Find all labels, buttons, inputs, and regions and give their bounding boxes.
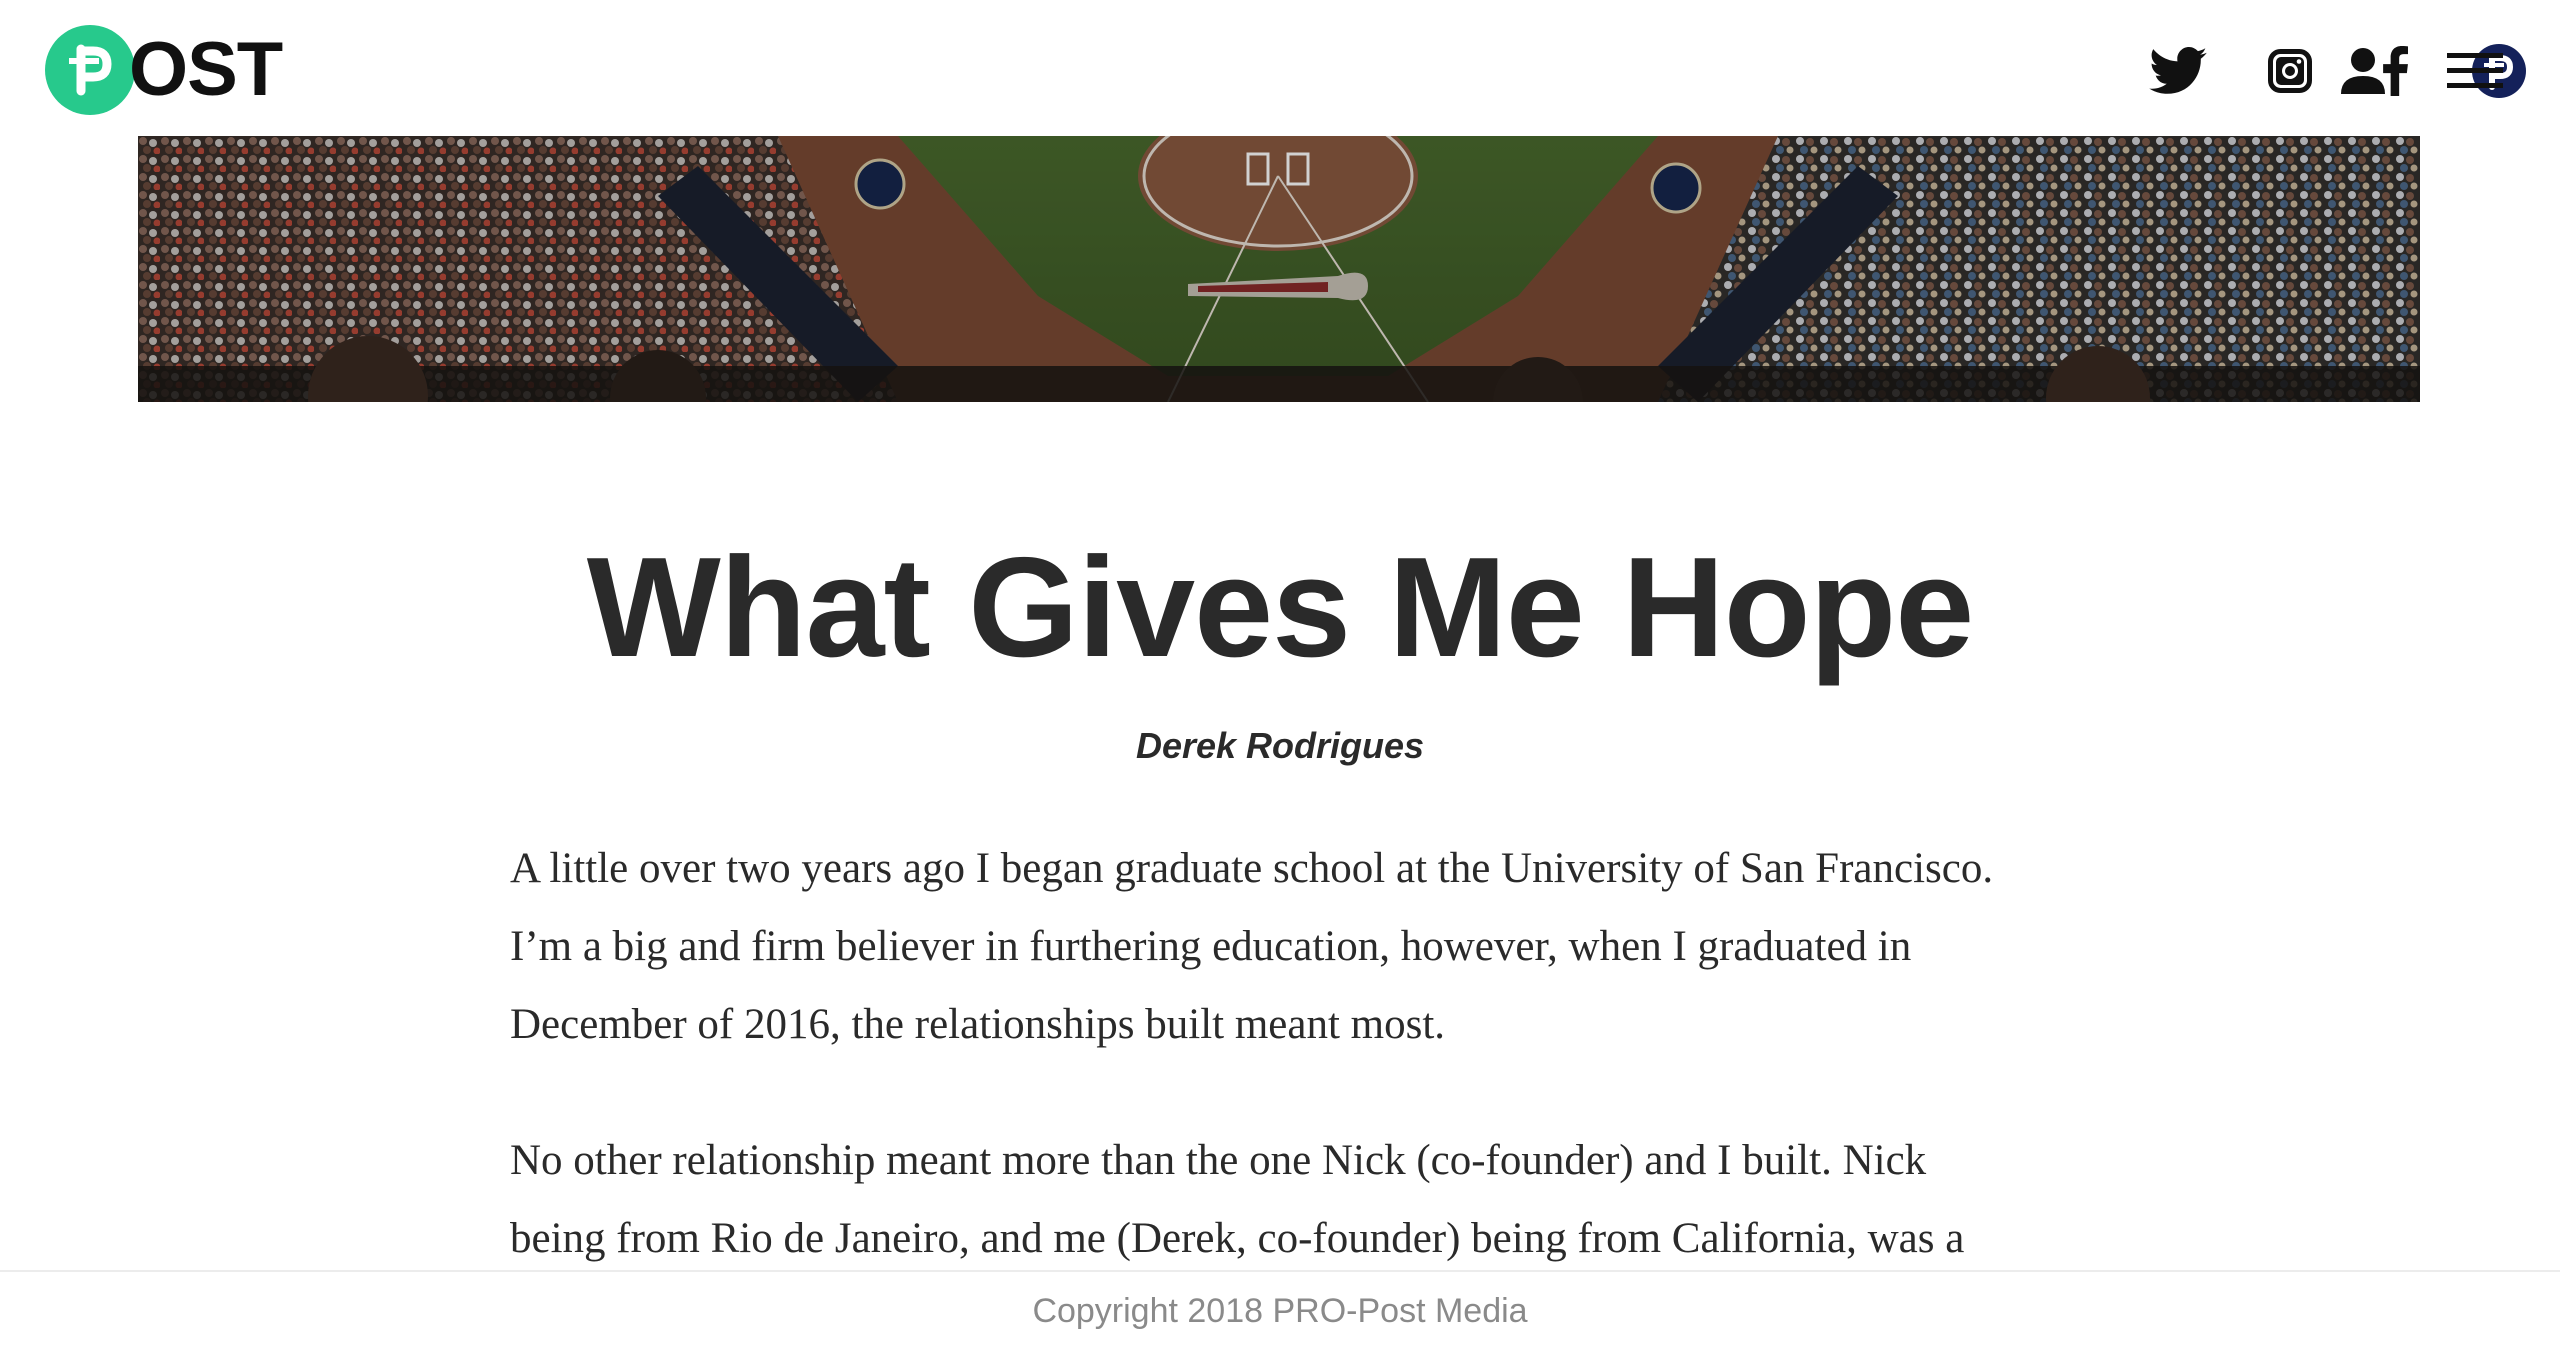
instagram-icon[interactable]: [2255, 36, 2325, 106]
article-paragraph: A little over two years ago I began grad…: [510, 830, 2030, 1064]
article-title: What Gives Me Hope: [586, 528, 1974, 687]
article-paragraph: No other relationship meant more than th…: [510, 1122, 2030, 1278]
menu-icon[interactable]: [2440, 36, 2510, 106]
paragraph-line: December of 2016, the relationships buil…: [510, 1001, 1446, 1048]
twitter-icon[interactable]: [2143, 36, 2213, 106]
pro-post-logo-icon: [45, 25, 135, 115]
logo-text: OST: [129, 27, 283, 112]
article-body: A little over two years ago I began grad…: [510, 830, 2030, 1336]
hero-image: [138, 136, 2420, 402]
article-author[interactable]: Derek Rodrigues: [0, 722, 2560, 770]
paragraph-line: A little over two years ago I began grad…: [510, 845, 1994, 892]
site-header: OST: [0, 0, 2560, 136]
site-footer: Copyright 2018 PRO-Post Media: [0, 1270, 2560, 1348]
paragraph-line: being from Rio de Janeiro, and me (Derek…: [510, 1215, 1965, 1262]
paragraph-line: No other relationship meant more than th…: [510, 1137, 1927, 1184]
user-icon[interactable]: [2328, 36, 2398, 106]
paragraph-line: I’m a big and firm believer in furtherin…: [510, 923, 1912, 970]
copyright-text: Copyright 2018 PRO-Post Media: [1032, 1292, 1528, 1330]
site-logo[interactable]: OST: [45, 25, 283, 115]
